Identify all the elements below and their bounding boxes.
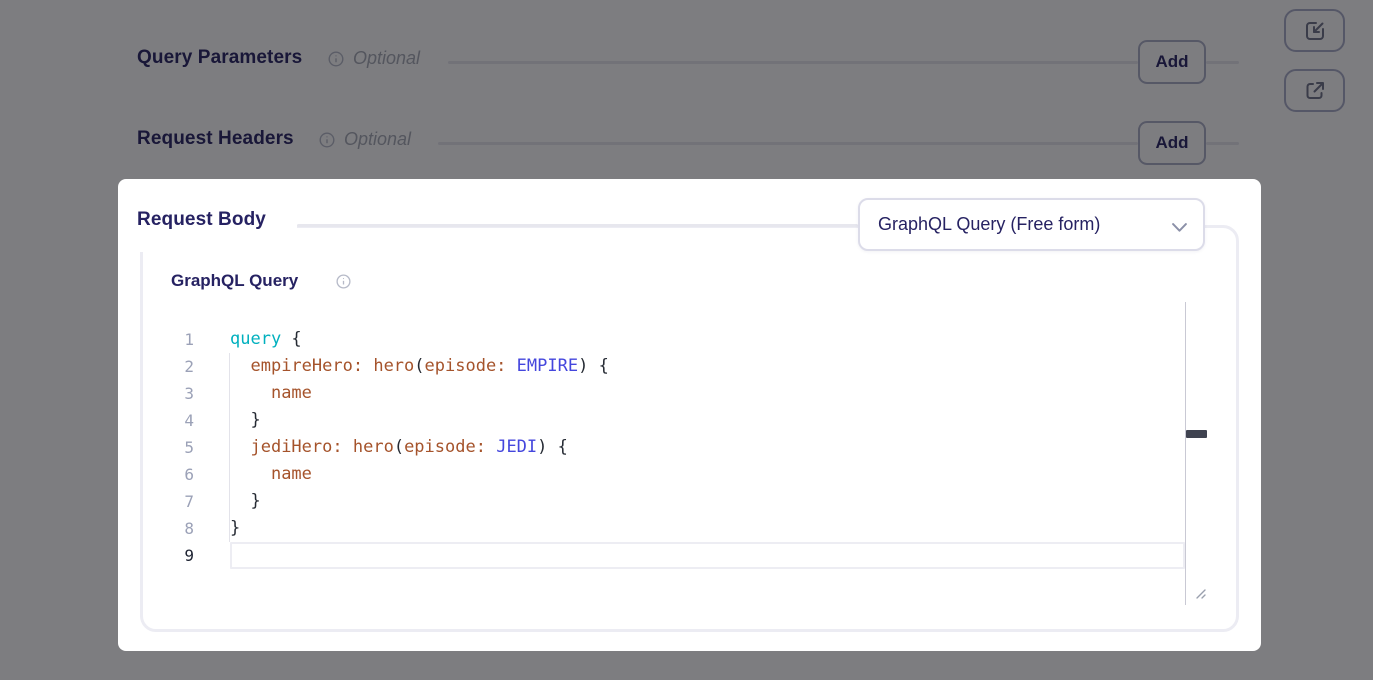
divider <box>438 142 1138 145</box>
divider <box>297 224 858 227</box>
body-type-select[interactable]: GraphQL Query (Free form) <box>858 198 1205 251</box>
line-number: 9 <box>140 546 194 565</box>
code-line[interactable]: } <box>230 488 1185 515</box>
code-token: { <box>281 329 301 349</box>
query-parameters-optional-badge: Optional <box>353 48 420 69</box>
external-link-icon <box>1303 79 1327 103</box>
code-token: episode: <box>425 356 507 376</box>
info-icon[interactable] <box>336 274 351 289</box>
code-token: name <box>271 464 312 484</box>
graphql-query-editor[interactable]: 1query {2 empireHero: hero(episode: EMPI… <box>140 302 1185 569</box>
code-token: ) { <box>537 437 568 457</box>
code-line-row: 7 } <box>140 488 1185 515</box>
code-line[interactable]: } <box>230 515 1185 542</box>
code-line[interactable] <box>230 542 1185 569</box>
code-token <box>363 356 373 376</box>
code-line[interactable]: name <box>230 380 1185 407</box>
code-token: empireHero: <box>250 356 363 376</box>
resize-grip-icon[interactable] <box>1192 585 1207 600</box>
code-line[interactable]: jediHero: hero(episode: JEDI) { <box>230 434 1185 461</box>
code-line-row: 5 jediHero: hero(episode: JEDI) { <box>140 434 1185 461</box>
code-token: } <box>230 518 240 538</box>
add-query-parameter-button[interactable]: Add <box>1138 40 1206 84</box>
line-number: 8 <box>140 519 194 538</box>
code-line-row: 4 } <box>140 407 1185 434</box>
code-line-row: 1 query { <box>140 326 1185 353</box>
code-token: episode: <box>404 437 486 457</box>
code-token <box>230 356 250 376</box>
code-token: JEDI <box>496 437 537 457</box>
divider <box>1206 142 1239 145</box>
line-number: 1 <box>140 330 194 349</box>
code-token: hero <box>353 437 394 457</box>
divider <box>1206 61 1239 64</box>
code-line[interactable]: name <box>230 461 1185 488</box>
code-token: } <box>230 491 261 511</box>
line-number: 6 <box>140 465 194 484</box>
code-token: query <box>230 329 281 349</box>
code-token: name <box>271 383 312 403</box>
code-line-row: 6 name <box>140 461 1185 488</box>
code-line[interactable]: empireHero: hero(episode: EMPIRE) { <box>230 353 1185 380</box>
request-body-label: Request Body <box>137 209 266 231</box>
code-token <box>230 437 250 457</box>
code-token: ) { <box>578 356 609 376</box>
graphql-query-label: GraphQL Query <box>171 271 298 291</box>
line-number: 7 <box>140 492 194 511</box>
info-icon[interactable] <box>319 132 335 148</box>
code-line-row: 3 name <box>140 380 1185 407</box>
code-token <box>343 437 353 457</box>
code-line-row: 9 <box>140 542 1185 569</box>
body-type-selected-value: GraphQL Query (Free form) <box>878 214 1172 235</box>
code-token: ( <box>394 437 404 457</box>
code-token <box>230 464 271 484</box>
line-number: 3 <box>140 384 194 403</box>
request-headers-label: Request Headers <box>137 128 294 150</box>
code-token: jediHero: <box>250 437 342 457</box>
line-number: 4 <box>140 411 194 430</box>
open-external-button[interactable] <box>1284 69 1345 112</box>
edit-request-button[interactable] <box>1284 9 1345 52</box>
code-token: hero <box>373 356 414 376</box>
editor-scrollbar-thumb[interactable] <box>1186 430 1207 438</box>
code-token: EMPIRE <box>517 356 578 376</box>
line-number: 5 <box>140 438 194 457</box>
divider <box>448 61 1138 64</box>
chevron-down-icon <box>1172 220 1187 230</box>
code-line[interactable]: } <box>230 407 1185 434</box>
editor-content-border <box>229 353 230 542</box>
code-token <box>230 383 271 403</box>
code-token <box>506 356 516 376</box>
code-token: } <box>230 410 261 430</box>
code-token <box>486 437 496 457</box>
info-icon[interactable] <box>328 51 344 67</box>
editor-scrollbar-track <box>1185 302 1186 605</box>
code-line[interactable]: query { <box>230 326 1185 353</box>
request-headers-optional-badge: Optional <box>344 129 411 150</box>
add-request-header-button[interactable]: Add <box>1138 121 1206 165</box>
line-number: 2 <box>140 357 194 376</box>
edit-box-icon <box>1303 19 1327 43</box>
code-line-row: 2 empireHero: hero(episode: EMPIRE) { <box>140 353 1185 380</box>
query-parameters-label: Query Parameters <box>137 47 302 69</box>
code-token: ( <box>414 356 424 376</box>
code-line-row: 8} <box>140 515 1185 542</box>
